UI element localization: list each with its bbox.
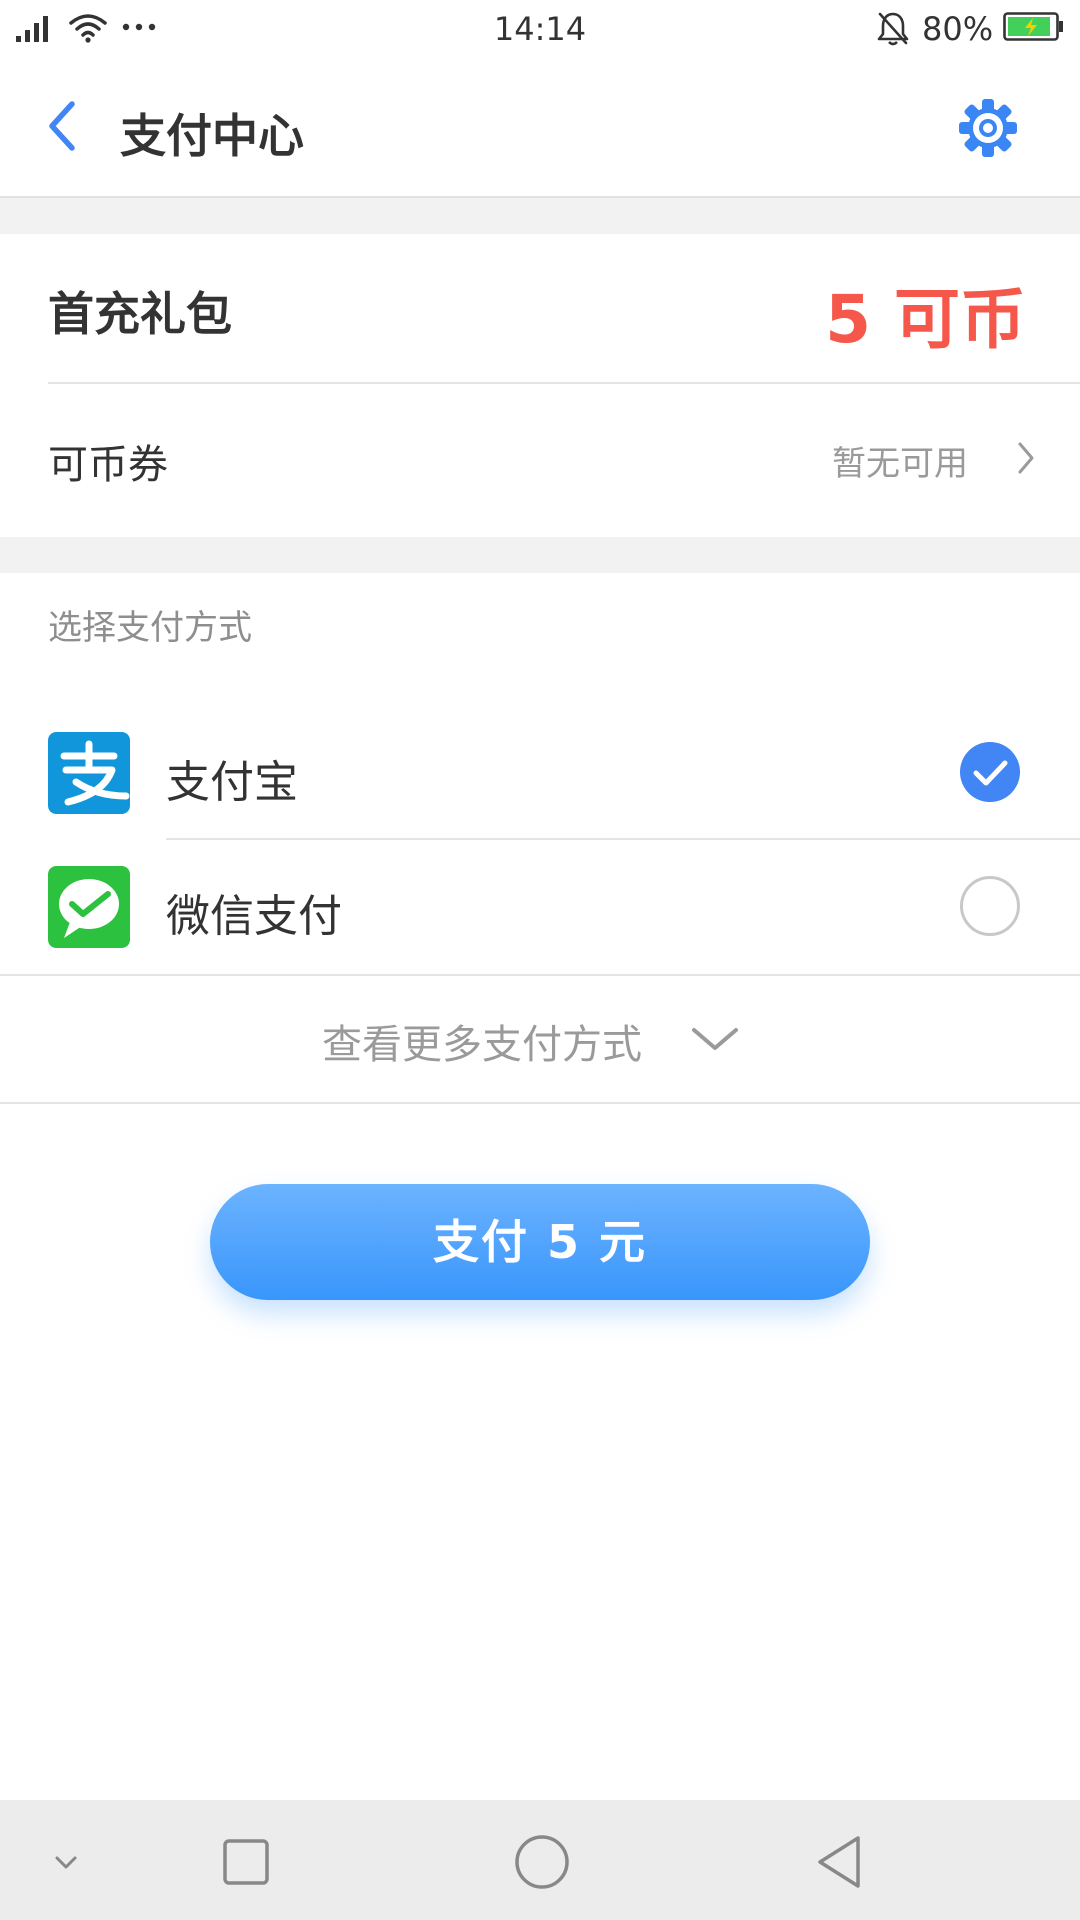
gift-label: 首充礼包 xyxy=(48,287,232,341)
pay-button-label: 支付 5 元 xyxy=(432,1215,648,1269)
payment-option-alipay[interactable] xyxy=(0,710,1080,838)
battery-charging-icon xyxy=(1003,12,1063,41)
alipay-icon xyxy=(48,732,130,814)
nav-back-icon[interactable] xyxy=(814,1834,864,1890)
nav-hide-icon[interactable] xyxy=(52,1854,80,1872)
status-bar: 14:14 80% xyxy=(0,0,1080,56)
header: 支付中心 xyxy=(0,56,1080,198)
more-payment-methods-toggle[interactable]: 查看更多支付方式 xyxy=(0,974,1080,1104)
more-payment-methods-label: 查看更多支付方式 xyxy=(322,1022,642,1068)
section-separator xyxy=(0,537,1080,573)
payment-option-wechat[interactable] xyxy=(0,840,1080,972)
pay-button[interactable]: 支付 5 元 xyxy=(210,1184,870,1300)
check-icon xyxy=(973,760,1008,786)
gear-icon[interactable] xyxy=(956,96,1020,160)
chevron-right-icon xyxy=(1018,442,1034,474)
page-title: 支付中心 xyxy=(120,109,304,163)
chevron-down-icon xyxy=(692,1028,738,1050)
wechat-pay-icon xyxy=(48,866,130,948)
radio-unselected[interactable] xyxy=(960,876,1020,936)
navigation-bar xyxy=(0,1800,1080,1920)
nav-recents-icon[interactable] xyxy=(222,1838,270,1886)
payment-option-label: 支付宝 xyxy=(166,757,298,808)
battery-percent: 80% xyxy=(922,10,994,48)
back-arrow-icon[interactable] xyxy=(46,100,78,152)
section-separator xyxy=(0,198,1080,234)
payment-option-label: 微信支付 xyxy=(166,891,342,942)
coupon-label: 可币券 xyxy=(48,442,168,488)
gift-value: 5 可币 xyxy=(825,281,1026,358)
status-time: 14:14 xyxy=(493,10,587,48)
radio-selected[interactable] xyxy=(960,742,1020,802)
payment-method-section-title: 选择支付方式 xyxy=(48,608,252,648)
nav-home-icon[interactable] xyxy=(514,1834,570,1890)
bell-mute-icon xyxy=(877,12,909,46)
coupon-status: 暂无可用 xyxy=(832,444,968,484)
